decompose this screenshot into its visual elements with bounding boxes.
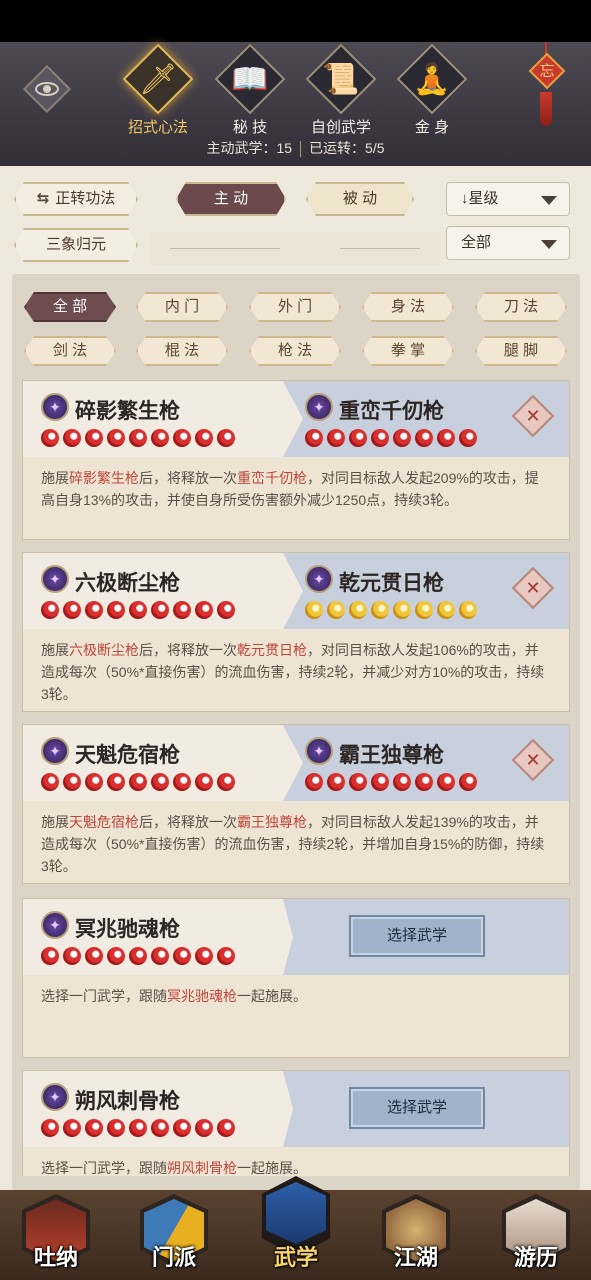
combo-list: ✦ 碎影繁生枪 ✦ 重峦千仞枪 ✕ 施展碎影繁生枪后，将释放一次重峦千仞枪，对同… (22, 380, 570, 1176)
nav-tuna[interactable]: 吐纳 (6, 1190, 106, 1280)
eye-button[interactable] (22, 64, 72, 114)
star-rating (41, 773, 239, 791)
spear-skill-icon: ✦ (41, 911, 69, 939)
chevron-down-icon (541, 240, 557, 249)
primary-skill-name[interactable]: 朔风刺骨枪 (75, 1085, 180, 1115)
filter-all[interactable]: 全 部 (24, 292, 116, 322)
spear-skill-icon: ✦ (305, 737, 333, 765)
tab-jinshen[interactable]: 🧘 金 身 (390, 43, 474, 140)
category-dropdown[interactable]: 全部 (446, 226, 570, 260)
tab-label: 金 身 (414, 119, 450, 136)
book-icon: 📖 (231, 63, 269, 96)
filter-quanzhang[interactable]: 拳 掌 (362, 336, 454, 366)
spear-skill-icon: ✦ (41, 737, 69, 765)
reverse-skill-button[interactable]: ⇆ 正转功法 (14, 182, 138, 216)
nav-wuxue[interactable]: 武学 (246, 1176, 346, 1280)
combo-description: 施展六极断尘枪后，将释放一次乾元贯日枪，对同目标敌人发起106%的攻击，并造成每… (41, 642, 545, 702)
bottom-nav: 吐纳 门派 武学 江湖 游历 (0, 1176, 591, 1280)
status-bar (0, 0, 591, 42)
chinese-knot-icon[interactable]: 忘 (526, 42, 566, 132)
primary-skill-name[interactable]: 碎影繁生枪 (75, 395, 180, 425)
star-rating (41, 601, 239, 619)
close-icon: ✕ (525, 406, 541, 426)
filter-shenfa[interactable]: 身 法 (362, 292, 454, 322)
scroll-icon: 📜 (322, 63, 360, 96)
linked-skill-name[interactable]: 霸王独尊枪 (339, 739, 444, 769)
sanxiang-guiyuan-button[interactable]: 三象归元 (14, 228, 138, 262)
combo-card: ✦ 碎影繁生枪 ✦ 重峦千仞枪 ✕ 施展碎影繁生枪后，将释放一次重峦千仞枪，对同… (22, 380, 570, 540)
nav-youli[interactable]: 游历 (486, 1190, 586, 1280)
star-rating (41, 947, 239, 965)
combo-card-empty: ✦ 朔风刺骨枪 选择武学 选择一门武学，跟随朔风刺骨枪一起施展。 (22, 1070, 570, 1176)
primary-skill-name[interactable]: 天魁危宿枪 (75, 739, 180, 769)
tab-active-skills[interactable]: 主 动 (176, 182, 286, 216)
circulated-count: 已运转：5/5 (309, 140, 385, 156)
header: 🗡 招式心法 📖 秘 技 📜 自创武学 🧘 金 身 忘 主动武学：15 已运转：5… (0, 42, 591, 166)
tab-label: 秘 技 (232, 119, 268, 136)
star-rating (305, 773, 481, 791)
spear-skill-icon: ✦ (41, 565, 69, 593)
spear-skill-icon: ✦ (305, 565, 333, 593)
star-rating (41, 429, 239, 447)
spear-skill-icon: ✦ (305, 393, 333, 421)
sort-dropdown[interactable]: ↓星级 (446, 182, 570, 216)
tab-zhaoshi-xinfa[interactable]: 🗡 招式心法 (116, 43, 200, 140)
combo-description: 选择一门武学，跟随冥兆驰魂枪一起施展。 (41, 988, 307, 1004)
combo-card: ✦ 天魁危宿枪 ✦ 霸王独尊枪 ✕ 施展天魁危宿枪后，将释放一次霸王独尊枪，对同… (22, 724, 570, 884)
filter-waimen[interactable]: 外 门 (249, 292, 341, 322)
close-icon: ✕ (525, 750, 541, 770)
divider (150, 232, 440, 266)
close-icon: ✕ (525, 578, 541, 598)
linked-skill-name[interactable]: 重峦千仞枪 (339, 395, 444, 425)
spear-skill-icon: ✦ (41, 393, 69, 421)
filter-qiangfa[interactable]: 枪 法 (249, 336, 341, 366)
chevron-down-icon (541, 196, 557, 205)
select-skill-button[interactable]: 选择武学 (349, 1087, 485, 1129)
nav-jianghu[interactable]: 江湖 (366, 1190, 466, 1280)
select-skill-button[interactable]: 选择武学 (349, 915, 485, 957)
nav-menpai[interactable]: 门派 (124, 1190, 224, 1280)
combo-description: 选择一门武学，跟随朔风刺骨枪一起施展。 (41, 1160, 307, 1176)
filter-neimen[interactable]: 内 门 (136, 292, 228, 322)
combo-description: 施展碎影繁生枪后，将释放一次重峦千仞枪，对同目标敌人发起209%的攻击，提高自身… (41, 470, 539, 508)
linked-skill-name[interactable]: 乾元贯日枪 (339, 567, 444, 597)
martial-counters: 主动武学：15 已运转：5/5 (0, 138, 591, 158)
star-rating (305, 429, 481, 447)
filter-daofa[interactable]: 刀 法 (475, 292, 567, 322)
spear-skill-icon: ✦ (41, 1083, 69, 1111)
star-rating (305, 601, 481, 619)
sword-icon: 🗡 (138, 63, 178, 96)
swap-icon: ⇆ (36, 190, 50, 207)
combo-description: 施展天魁危宿枪后，将释放一次霸王独尊枪，对同目标敌人发起139%的攻击，并造成每… (41, 814, 545, 874)
primary-skill-name[interactable]: 冥兆驰魂枪 (75, 913, 180, 943)
filter-jianfa[interactable]: 剑 法 (24, 336, 116, 366)
combo-card: ✦ 六极断尘枪 ✦ 乾元贯日枪 ✕ 施展六极断尘枪后，将释放一次乾元贯日枪，对同… (22, 552, 570, 712)
tab-zichuang-wuxue[interactable]: 📜 自创武学 (299, 43, 383, 140)
filter-gunfa[interactable]: 棍 法 (136, 336, 228, 366)
meditation-icon: 🧘 (413, 63, 451, 96)
primary-skill-name[interactable]: 六极断尘枪 (75, 567, 180, 597)
tab-passive-skills[interactable]: 被 动 (306, 182, 414, 216)
tab-label: 自创武学 (310, 119, 371, 136)
star-rating (41, 1119, 239, 1137)
filter-tuijiao[interactable]: 腿 脚 (475, 336, 567, 366)
active-count: 主动武学：15 (206, 140, 293, 156)
tab-miji[interactable]: 📖 秘 技 (208, 43, 292, 140)
tab-label: 招式心法 (127, 119, 188, 136)
combo-card-empty: ✦ 冥兆驰魂枪 选择武学 选择一门武学，跟随冥兆驰魂枪一起施展。 (22, 898, 570, 1058)
